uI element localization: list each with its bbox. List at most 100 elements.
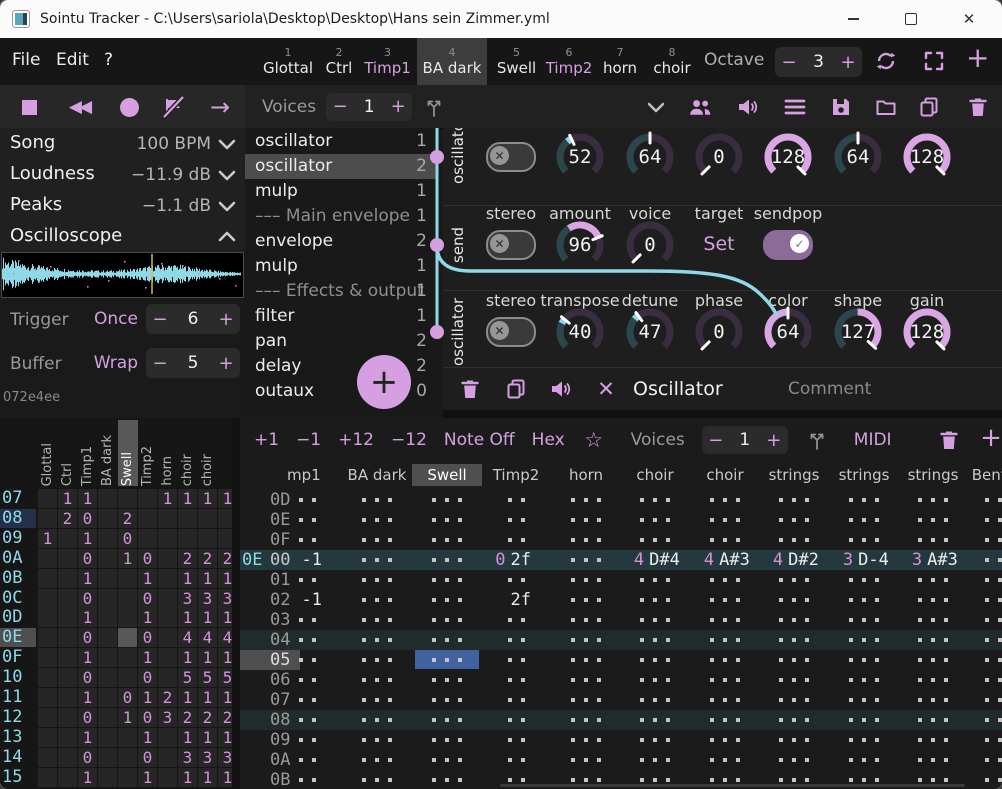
pattern-cell[interactable] xyxy=(218,529,232,548)
copy-icon[interactable] xyxy=(503,376,529,402)
pattern-column-header-horn[interactable]: horn xyxy=(158,420,178,486)
track-cell[interactable] xyxy=(762,650,826,670)
track-cell[interactable] xyxy=(554,650,618,670)
track-cell[interactable] xyxy=(275,750,339,770)
track-cell[interactable] xyxy=(901,510,965,530)
track-cell[interactable] xyxy=(345,670,409,690)
pattern-column-header-ctrl[interactable]: Ctrl xyxy=(58,420,78,486)
knob-param5[interactable]: 64 xyxy=(831,130,885,184)
track-cell[interactable] xyxy=(415,510,479,530)
pattern-cell[interactable] xyxy=(98,608,117,627)
chevron-up-icon[interactable] xyxy=(215,225,239,249)
pattern-cell[interactable] xyxy=(158,608,177,627)
track-column-header-strings[interactable]: strings xyxy=(759,464,829,486)
knob-param3[interactable]: 0 xyxy=(692,130,746,184)
track-cell[interactable] xyxy=(554,730,618,750)
track-cell[interactable] xyxy=(968,570,1002,590)
knob-detune[interactable]: 47 xyxy=(623,305,677,359)
track-cell[interactable] xyxy=(968,650,1002,670)
track-column-header-ba dark[interactable]: BA dark xyxy=(342,464,412,486)
pattern-cell[interactable]: 2 xyxy=(158,688,177,707)
pattern-cell[interactable] xyxy=(58,668,77,687)
pattern-cell[interactable]: 4 xyxy=(178,628,197,647)
track-cell[interactable] xyxy=(693,530,757,550)
unit-item-pan[interactable]: pan2 xyxy=(245,329,437,354)
chevron-down-icon[interactable] xyxy=(215,194,239,218)
track-cell[interactable] xyxy=(275,710,339,730)
track-cell[interactable] xyxy=(484,770,548,789)
loop-icon[interactable] xyxy=(874,49,898,73)
plus-icon[interactable]: + xyxy=(978,425,1002,451)
pattern-cell[interactable] xyxy=(98,549,117,568)
track-cell[interactable] xyxy=(623,750,687,770)
track-cell[interactable] xyxy=(968,550,1002,570)
track-cell[interactable] xyxy=(762,690,826,710)
track-cell[interactable] xyxy=(693,590,757,610)
octave-decrease-button[interactable]: − xyxy=(775,52,803,73)
pattern-cell[interactable] xyxy=(38,648,57,667)
track-cell[interactable] xyxy=(968,670,1002,690)
track-cell[interactable] xyxy=(623,650,687,670)
track-cell[interactable] xyxy=(693,730,757,750)
pattern-cell[interactable]: 1 xyxy=(78,608,97,627)
pattern-cell[interactable]: 1 xyxy=(198,688,217,707)
instrument-tab-choir[interactable]: 8choir xyxy=(648,38,696,85)
track-cell[interactable] xyxy=(901,610,965,630)
pattern-cell[interactable]: 1 xyxy=(198,728,217,747)
pattern-cell[interactable] xyxy=(118,569,137,588)
pattern-cell[interactable] xyxy=(38,708,57,727)
track-cell[interactable] xyxy=(693,490,757,510)
knob-color[interactable]: 64 xyxy=(761,305,815,359)
track-cell[interactable] xyxy=(832,770,896,789)
play-icon[interactable]: → xyxy=(207,94,233,120)
trash-icon[interactable] xyxy=(965,94,991,120)
pattern-cell[interactable]: 0 xyxy=(138,748,157,767)
pattern-cell[interactable]: 2 xyxy=(118,509,137,528)
pattern-cell[interactable]: 1 xyxy=(78,768,97,787)
trigger-increase-button[interactable]: + xyxy=(212,309,240,330)
track-cell[interactable] xyxy=(415,570,479,590)
pattern-cell[interactable] xyxy=(58,688,77,707)
pattern-cell[interactable] xyxy=(98,648,117,667)
pattern-cell[interactable]: 1 xyxy=(138,688,157,707)
track-cell[interactable] xyxy=(415,590,479,610)
pattern-cell[interactable]: 1 xyxy=(198,608,217,627)
pattern-cell[interactable] xyxy=(158,549,177,568)
knob-param6[interactable]: 128 xyxy=(900,130,954,184)
pattern-cell[interactable]: 1 xyxy=(138,648,157,667)
buffer-increase-button[interactable]: + xyxy=(212,353,240,374)
track-cell[interactable] xyxy=(901,490,965,510)
track-cell[interactable] xyxy=(275,530,339,550)
track-cell[interactable] xyxy=(345,490,409,510)
pattern-cell[interactable]: 1 xyxy=(198,569,217,588)
pattern-cell[interactable] xyxy=(118,768,137,787)
track-cell[interactable] xyxy=(415,530,479,550)
pattern-cell[interactable]: 1 xyxy=(178,648,197,667)
pattern-cell[interactable]: 1 xyxy=(78,728,97,747)
track-voices-decrease-button[interactable]: − xyxy=(702,430,730,451)
instrument-tab-glottal[interactable]: 1Glottal xyxy=(258,38,318,85)
track-cell[interactable] xyxy=(345,730,409,750)
transpose-button-2[interactable]: +12 xyxy=(338,430,374,450)
instrument-tab-timp2[interactable]: 6Timp2 xyxy=(546,38,592,85)
track-cell[interactable] xyxy=(554,690,618,710)
pattern-cell[interactable]: 1 xyxy=(218,688,232,707)
maximize-button[interactable] xyxy=(888,0,934,38)
pattern-cell[interactable]: 1 xyxy=(78,489,97,508)
track-cell[interactable] xyxy=(275,690,339,710)
copy-icon[interactable] xyxy=(916,94,942,120)
track-cell[interactable] xyxy=(345,690,409,710)
close-button[interactable]: ✕ xyxy=(946,0,992,38)
minimize-button[interactable] xyxy=(830,0,876,38)
pattern-cell[interactable] xyxy=(118,589,137,608)
track-cell[interactable] xyxy=(345,530,409,550)
track-cell[interactable] xyxy=(345,610,409,630)
pattern-cell[interactable] xyxy=(158,569,177,588)
pattern-cell[interactable] xyxy=(98,628,117,647)
unit-item-envelope[interactable]: envelope2 xyxy=(245,229,437,254)
track-column-header-horn[interactable]: horn xyxy=(551,464,621,486)
folder-icon[interactable] xyxy=(873,94,899,120)
pattern-cell[interactable] xyxy=(58,628,77,647)
track-cell[interactable] xyxy=(415,770,479,789)
track-cell[interactable] xyxy=(968,630,1002,650)
